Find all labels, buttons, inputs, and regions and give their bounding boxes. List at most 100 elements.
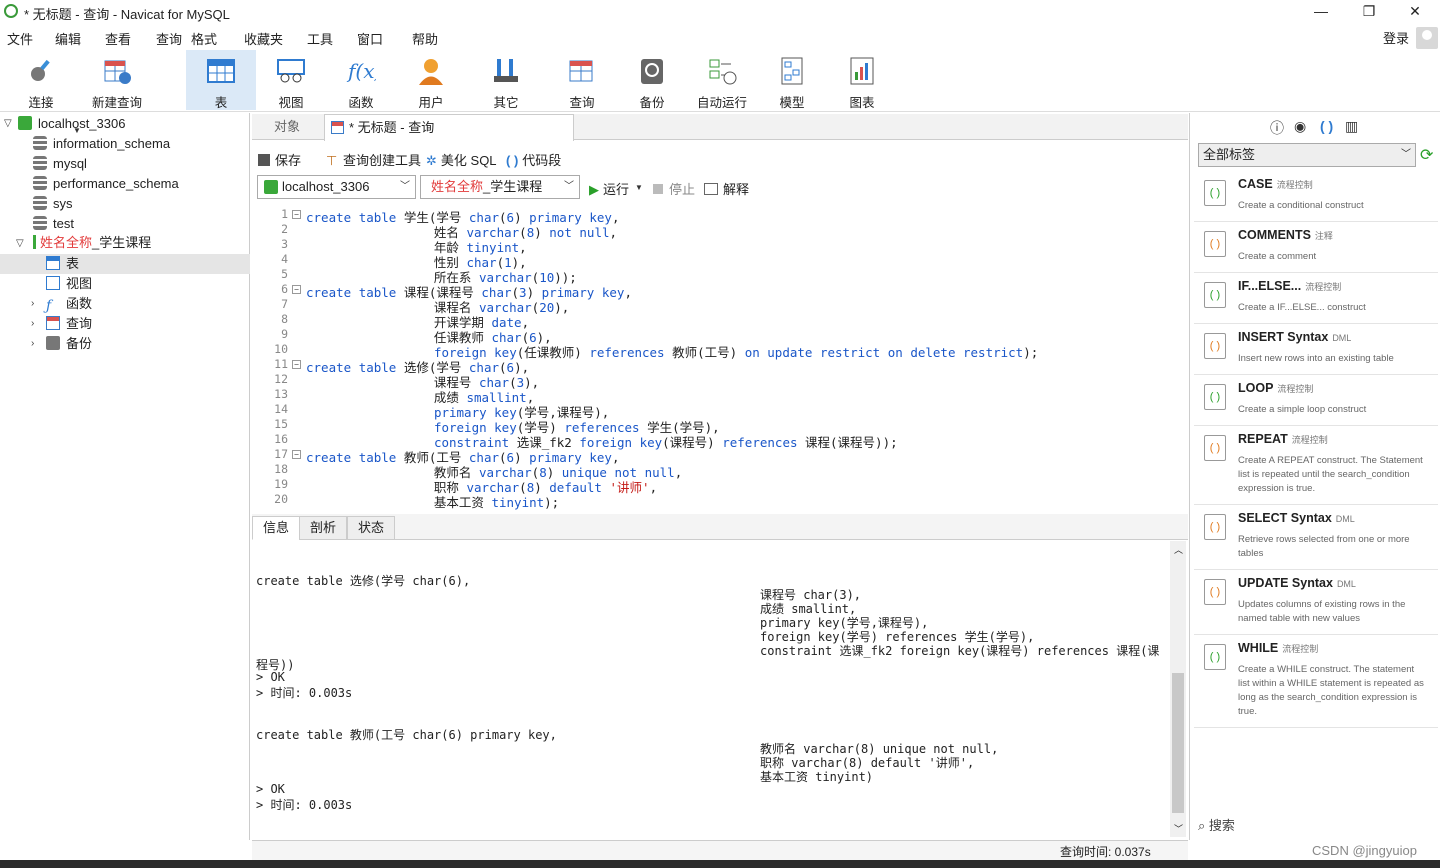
add-snippet-icon[interactable]: ⟳ (1420, 145, 1433, 165)
tree-db-mysql[interactable]: mysql (33, 154, 87, 174)
menu-query[interactable]: 查询 (156, 29, 182, 48)
menu-format[interactable]: 格式 (191, 29, 217, 48)
minimize-button[interactable]: — (1298, 0, 1344, 24)
run-button[interactable]: ▶ 运行 (589, 179, 629, 198)
snippet-item[interactable]: ( ) WHILE 流程控制 Create a WHILE construct. Th… (1194, 635, 1438, 728)
tree-db-sys[interactable]: sys (33, 194, 73, 214)
backup-icon (637, 56, 667, 86)
tab-query[interactable]: * 无标题 - 查询 (324, 114, 574, 141)
snippet-item[interactable]: ( ) UPDATE Syntax DML Updates columns of ex… (1194, 570, 1438, 635)
other-button[interactable]: 其它 (471, 50, 541, 110)
eye-icon[interactable]: ◉ (1294, 118, 1306, 135)
scroll-up-icon[interactable]: ︿ (1174, 543, 1183, 556)
backup-button[interactable]: 备份 (617, 50, 687, 110)
scroll-down-icon[interactable]: ﹀ (1174, 822, 1183, 835)
snippet-item[interactable]: ( ) IF...ELSE... 流程控制 Create a IF...ELSE...… (1194, 273, 1438, 324)
result-line: 基本工资 tinyint) (760, 770, 874, 784)
menu-tools[interactable]: 工具 (307, 29, 333, 48)
navicat-logo-icon (4, 4, 18, 18)
stop-icon (653, 184, 663, 194)
collapse-db-icon[interactable]: ▽ (16, 238, 24, 249)
database-select[interactable]: 姓名全称_学生课程 ﹀ (420, 175, 580, 199)
menu-edit[interactable]: 编辑 (55, 29, 81, 48)
snippet-title: COMMENTS (1238, 228, 1311, 242)
tree-tables[interactable]: 表 (46, 254, 79, 274)
snippet-tag: DML (1332, 333, 1352, 343)
grid-icon[interactable]: ▥ (1345, 118, 1358, 135)
tab-profile[interactable]: 剖析 (299, 516, 348, 540)
info-icon[interactable]: ⓘ (1270, 118, 1284, 138)
snippet-item[interactable]: ( ) LOOP 流程控制 Create a simple loop construc… (1194, 375, 1438, 426)
menu-favorites[interactable]: 收藏夹 (244, 29, 283, 48)
menu-view[interactable]: 查看 (105, 29, 131, 48)
snippet-item[interactable]: ( ) COMMENTS 注释 Create a comment (1194, 222, 1438, 273)
save-button[interactable]: 保存 (258, 150, 301, 169)
beautify-sql-button[interactable]: ✲ 美化 SQL (426, 150, 497, 169)
tree-views[interactable]: 视图 (46, 274, 92, 294)
snippet-item[interactable]: ( ) REPEAT 流程控制 Create A REPEAT construct. … (1194, 426, 1438, 505)
connect-button[interactable]: 连接 (6, 50, 76, 110)
query-button[interactable]: 查询 (547, 50, 617, 110)
tree-db-information-schema[interactable]: information_schema (33, 134, 170, 154)
menu-window[interactable]: 窗口 (357, 29, 383, 48)
sql-editor[interactable]: 1− create table 学生(学号 char(6) primary key… (252, 204, 1188, 510)
fold-icon[interactable]: − (292, 210, 301, 219)
tab-status[interactable]: 状态 (347, 516, 396, 540)
tree-connection[interactable]: localhost_3306 (18, 114, 125, 134)
query-builder-button[interactable]: ⊤ 查询创建工具 (326, 150, 421, 169)
snippet-description: Create a conditional construct (1238, 200, 1364, 211)
avatar[interactable] (1416, 27, 1438, 49)
code-snippet-button[interactable]: ( ) 代码段 (506, 150, 561, 169)
result-line: > 时间: 0.003s (256, 798, 353, 812)
tree-db-performance-schema[interactable]: performance_schema (33, 174, 179, 194)
expand-queries-icon[interactable]: › (31, 318, 34, 329)
maximize-button[interactable]: ❐ (1346, 0, 1392, 24)
snippet-name: SELECT Syntax DML (1238, 511, 1355, 525)
fold-icon[interactable]: − (292, 360, 301, 369)
expand-functions-icon[interactable]: › (31, 298, 34, 309)
fold-icon[interactable]: − (292, 285, 301, 294)
menu-help[interactable]: 帮助 (412, 29, 438, 48)
view-button[interactable]: 视图 (256, 50, 326, 110)
collapse-connection-icon[interactable]: ▽ (4, 118, 12, 129)
run-dropdown-icon[interactable]: ▼ (635, 183, 643, 192)
tree-functions[interactable]: ƒ 函数 (46, 294, 92, 314)
snippet-name: INSERT Syntax DML (1238, 330, 1351, 344)
tab-info[interactable]: 信息 (252, 516, 301, 540)
expand-backups-icon[interactable]: › (31, 338, 34, 349)
new-query-button[interactable]: 新建查询 (82, 50, 152, 110)
snippet-icon[interactable]: ( ) (1320, 118, 1333, 134)
snippet-item[interactable]: ( ) SELECT Syntax DML Retrieve rows selecte… (1194, 505, 1438, 570)
database-open-icon (33, 235, 36, 249)
menu-bar: 文件 编辑 查看 查询 格式 收藏夹 工具 窗口 帮助 (0, 24, 1440, 48)
explain-button[interactable]: 解释 (704, 179, 749, 198)
function-button[interactable]: f(x) 函数 (326, 50, 396, 110)
stop-button[interactable]: 停止 (653, 179, 695, 198)
query-tab-icon (331, 121, 344, 134)
line-number: 10 (274, 342, 288, 356)
connection-select[interactable]: localhost_3306 ﹀ (257, 175, 416, 199)
chart-button[interactable]: 图表 (827, 50, 897, 110)
scrollbar-thumb[interactable] (1172, 673, 1184, 813)
snippet-item[interactable]: ( ) INSERT Syntax DML Insert new rows into … (1194, 324, 1438, 375)
model-button[interactable]: 模型 (757, 50, 827, 110)
snippet-item[interactable]: ( ) CASE 流程控制 Create a conditional construc… (1194, 171, 1438, 222)
snippet-icon: ( ) (1204, 435, 1226, 461)
table-button[interactable]: 表 (186, 50, 256, 110)
tree-backups[interactable]: 备份 (46, 334, 92, 354)
tree-queries[interactable]: 查询 (46, 314, 92, 334)
snippet-search[interactable]: ⌕ 搜索 (1198, 815, 1235, 834)
tree-db-current[interactable]: 姓名全称_学生课程 (33, 233, 151, 253)
automation-button[interactable]: 自动运行 (687, 50, 757, 110)
tree-db-test[interactable]: test (33, 214, 74, 234)
tag-filter-select[interactable]: 全部标签 ﹀ (1198, 143, 1416, 167)
login-link[interactable]: 登录 (1383, 28, 1409, 47)
snippet-name: COMMENTS 注释 (1238, 228, 1333, 242)
fold-icon[interactable]: − (292, 450, 301, 459)
menu-file[interactable]: 文件 (7, 29, 33, 48)
user-button[interactable]: 用户 (396, 50, 466, 110)
tab-objects[interactable]: 对象 (252, 114, 322, 140)
result-scrollbar[interactable]: ︿ ﹀ (1170, 541, 1186, 837)
snippet-name: IF...ELSE... 流程控制 (1238, 279, 1341, 293)
close-button[interactable]: ✕ (1392, 0, 1438, 24)
